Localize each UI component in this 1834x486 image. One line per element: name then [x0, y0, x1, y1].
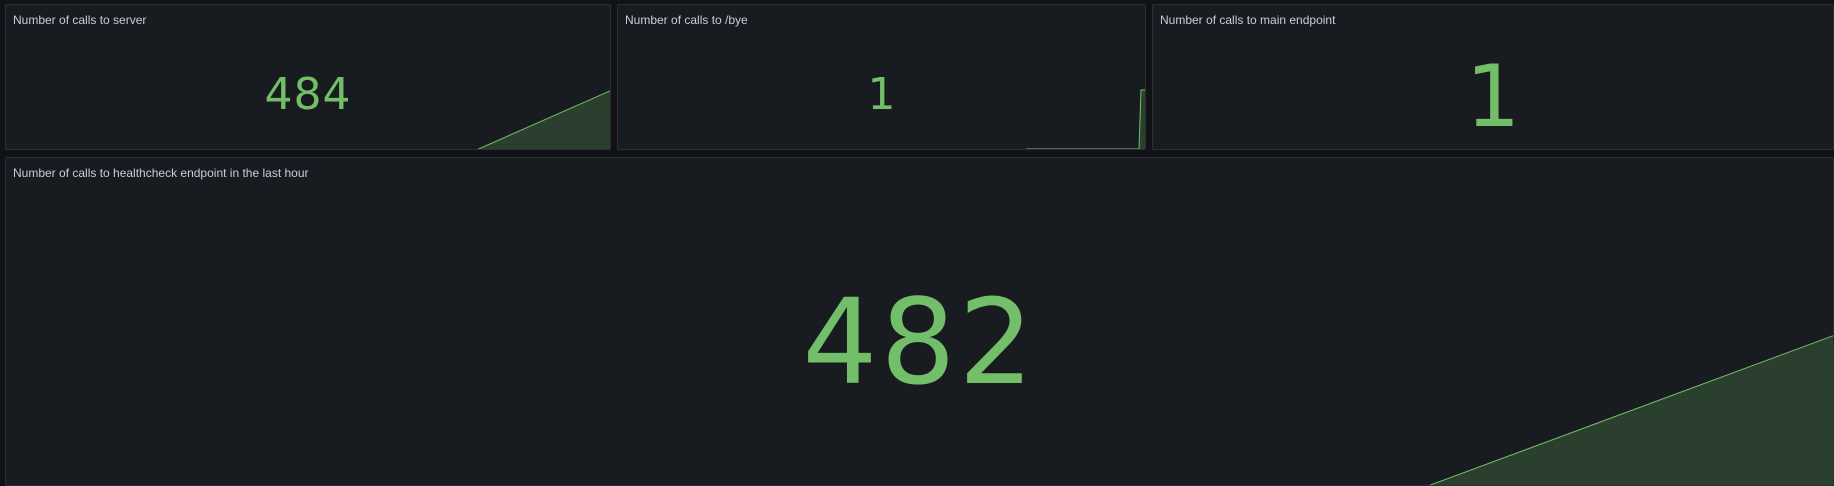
- stat-value: 484: [264, 69, 352, 120]
- panel-title[interactable]: Number of calls to main endpoint: [1160, 12, 1335, 28]
- stat-panel-calls-to-healthcheck[interactable]: Number of calls to healthcheck endpoint …: [5, 157, 1834, 486]
- stat-value: 1: [867, 69, 896, 120]
- stat-value: 482: [802, 273, 1037, 411]
- stat-panel-calls-to-bye[interactable]: Number of calls to /bye 1: [617, 4, 1146, 150]
- dashboard: Number of calls to server 484 Number of …: [0, 0, 1834, 486]
- stat-panel-calls-to-server[interactable]: Number of calls to server 484: [5, 4, 611, 150]
- stat-panel-calls-to-main-endpoint[interactable]: Number of calls to main endpoint 1: [1152, 4, 1834, 150]
- stat-value: 1: [1465, 47, 1521, 147]
